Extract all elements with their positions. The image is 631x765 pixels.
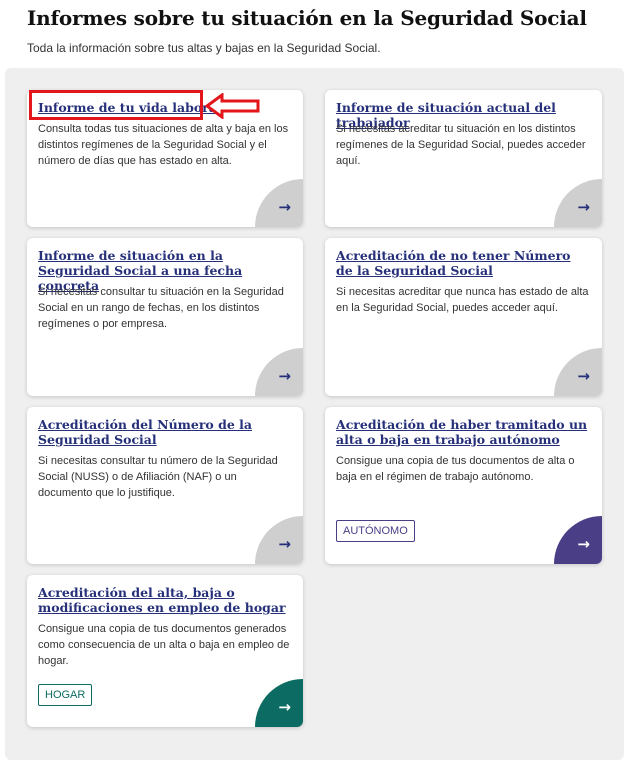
card-numero-seguridad-social[interactable]: Acreditación del Número de la Seguridad … <box>27 407 303 564</box>
card-fecha-concreta[interactable]: Informe de situación en la Seguridad Soc… <box>27 238 303 396</box>
card-empleo-hogar[interactable]: Acreditación del alta, baja o modificaci… <box>27 575 303 727</box>
highlight-box <box>29 90 203 120</box>
card-title-link[interactable]: Acreditación de no tener Número de la Se… <box>336 248 588 278</box>
category-tag: AUTÓNOMO <box>336 520 415 542</box>
red-outline-arrow-left-icon <box>205 93 260 119</box>
card-arrow-button[interactable]: → <box>255 516 303 564</box>
card-arrow-button[interactable]: → <box>255 679 303 727</box>
arrow-right-icon: → <box>577 367 590 385</box>
card-situacion-actual[interactable]: Informe de situación actual del trabajad… <box>325 90 602 227</box>
card-title-link[interactable]: Acreditación del Número de la Seguridad … <box>38 417 289 447</box>
card-no-tener-numero[interactable]: Acreditación de no tener Número de la Se… <box>325 238 602 396</box>
card-description: Si necesitas acreditar que nunca has est… <box>336 286 589 314</box>
card-description: Si necesitas acreditar tu situación en l… <box>336 123 586 167</box>
card-arrow-button[interactable]: → <box>554 516 602 564</box>
card-description: Consigue una copia de tus documentos de … <box>336 455 575 483</box>
card-description: Consigue una copia de tus documentos gen… <box>38 623 290 667</box>
card-trabajo-autonomo[interactable]: Acreditación de haber tramitado un alta … <box>325 407 602 564</box>
arrow-right-icon: → <box>577 535 590 553</box>
page-subtitle: Toda la información sobre tus altas y ba… <box>27 41 381 55</box>
arrow-right-icon: → <box>278 367 291 385</box>
arrow-right-icon: → <box>278 535 291 553</box>
card-title-link[interactable]: Acreditación de haber tramitado un alta … <box>336 417 588 447</box>
card-description: Consulta todas tus situaciones de alta y… <box>38 123 289 167</box>
page-title: Informes sobre tu situación en la Seguri… <box>27 6 587 30</box>
card-description: Si necesitas consultar tu número de la S… <box>38 455 278 499</box>
card-arrow-button[interactable]: → <box>255 179 303 227</box>
card-title-link[interactable]: Acreditación del alta, baja o modificaci… <box>38 585 289 615</box>
card-description: Si necesitas consultar tu situación en l… <box>38 286 284 330</box>
arrow-right-icon: → <box>278 698 291 716</box>
category-tag: HOGAR <box>38 684 93 706</box>
card-arrow-button[interactable]: → <box>554 348 602 396</box>
arrow-right-icon: → <box>278 198 291 216</box>
card-arrow-button[interactable]: → <box>255 348 303 396</box>
arrow-right-icon: → <box>577 198 590 216</box>
card-arrow-button[interactable]: → <box>554 179 602 227</box>
